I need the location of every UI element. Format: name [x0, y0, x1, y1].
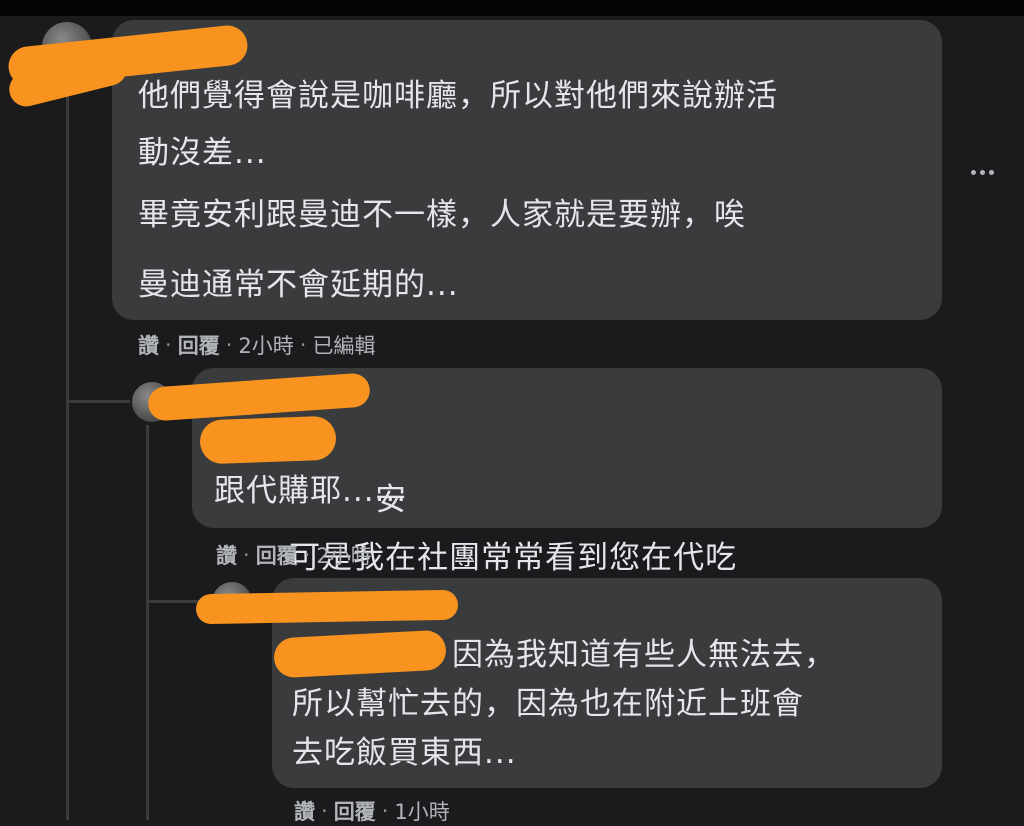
like-button[interactable]: 讚	[138, 330, 159, 360]
redaction-mark	[199, 415, 337, 465]
more-icon	[979, 169, 985, 175]
separator: ·	[165, 333, 172, 357]
thread-line-reply	[146, 425, 149, 820]
more-icon	[970, 169, 976, 175]
timestamp[interactable]: 1小時	[394, 796, 449, 826]
comment-text-line: 畢竟安利跟曼迪不一樣，人家就是要辦，唉	[138, 197, 746, 233]
comment-actions: 讚 · 回覆 · 1小時	[294, 796, 450, 826]
timestamp[interactable]: 2小時	[238, 330, 293, 360]
reply-button[interactable]: 回覆	[178, 330, 220, 360]
reply-button[interactable]: 回覆	[334, 796, 376, 826]
thread-line-main	[66, 70, 69, 820]
redaction-mark	[195, 589, 459, 625]
comment-text-line: 去吃飯買東西...	[292, 735, 517, 771]
like-button[interactable]: 讚	[294, 796, 315, 826]
separator: ·	[243, 543, 250, 567]
reply-button[interactable]: 回覆	[256, 540, 298, 570]
comment-actions: 讚 · 回覆 · 2小時 · 已編輯	[138, 330, 375, 360]
thread-connector-reply-1	[66, 400, 130, 403]
separator: ·	[321, 799, 328, 823]
separator: ·	[303, 543, 311, 567]
more-options-button[interactable]	[962, 160, 1002, 184]
comment-text-line: 動沒差...	[138, 135, 267, 171]
comment-text-line: 跟代購耶......	[214, 473, 408, 509]
like-button[interactable]: 讚	[216, 540, 237, 570]
top-bar	[0, 0, 1024, 16]
comment-bubble: 他們覺得會說是咖啡廳，所以對他們來說辦活 動沒差... 畢竟安利跟曼迪不一樣，人…	[112, 20, 942, 320]
timestamp[interactable]: 2小時	[316, 540, 371, 570]
comment-text-line: 曼迪通常不會延期的...	[138, 267, 459, 303]
comment-actions: 讚 · 回覆 · 2小時	[216, 540, 372, 570]
separator: ·	[225, 333, 233, 357]
more-icon	[988, 169, 994, 175]
separator: ·	[381, 799, 389, 823]
separator: ·	[299, 333, 307, 357]
edited-label[interactable]: 已編輯	[312, 330, 375, 360]
comment-text-line: 他們覺得會說是咖啡廳，所以對他們來說辦活	[138, 78, 778, 114]
